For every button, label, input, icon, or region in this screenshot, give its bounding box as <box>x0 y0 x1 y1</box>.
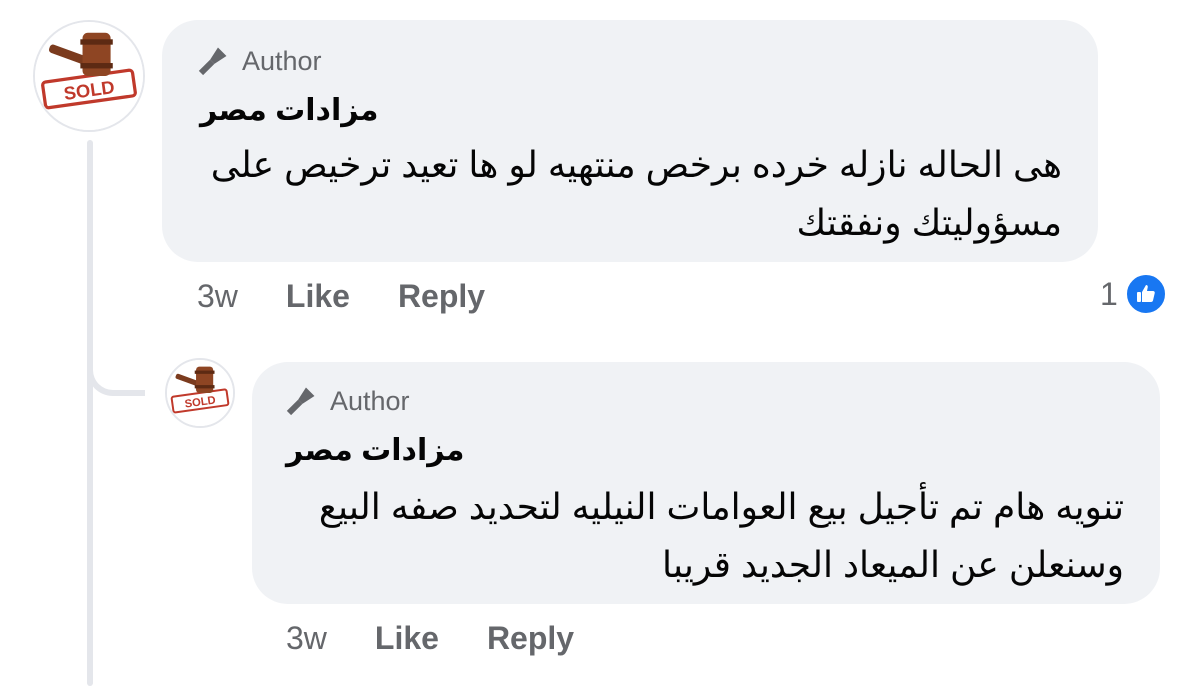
comment-actions: 3w Like Reply <box>286 620 574 657</box>
reply-button[interactable]: Reply <box>398 278 485 315</box>
comment-text: هى الحاله نازله خرده برخص منتهيه لو ها ت… <box>210 144 1062 243</box>
reply-button[interactable]: Reply <box>487 620 574 657</box>
avatar[interactable]: SOLD <box>33 20 145 132</box>
reaction-count: 1 <box>1100 275 1118 312</box>
comment-bubble: Author مزادات مصر تنويه هام تم تأجيل بيع… <box>252 362 1160 604</box>
comment-actions: 3w Like Reply <box>197 278 485 315</box>
like-button[interactable]: Like <box>286 278 350 315</box>
like-button[interactable]: Like <box>375 620 439 657</box>
author-badge-label: Author <box>242 45 322 76</box>
auction-gavel-logo-icon: SOLD <box>35 22 143 130</box>
author-badge-label: Author <box>330 385 410 416</box>
commenter-name[interactable]: مزادات مصر <box>286 433 464 468</box>
avatar[interactable]: SOLD <box>165 358 235 428</box>
timestamp[interactable]: 3w <box>286 620 327 657</box>
author-badge: Author <box>284 384 410 418</box>
thread-line <box>87 140 93 686</box>
thumbs-up-icon <box>1123 272 1168 316</box>
microphone-icon <box>286 387 315 416</box>
comment-text: تنويه هام تم تأجيل بيع العوامات النيليه … <box>318 486 1124 585</box>
commenter-name[interactable]: مزادات مصر <box>200 93 378 128</box>
author-badge: Author <box>196 44 322 78</box>
timestamp[interactable]: 3w <box>197 278 238 315</box>
microphone-icon <box>198 47 227 76</box>
auction-gavel-logo-icon: SOLD <box>167 360 233 426</box>
comment-bubble: Author مزادات مصر هى الحاله نازله خرده ب… <box>162 20 1098 262</box>
reply-connector <box>87 330 145 396</box>
reaction-summary[interactable]: 1 <box>1100 272 1168 316</box>
